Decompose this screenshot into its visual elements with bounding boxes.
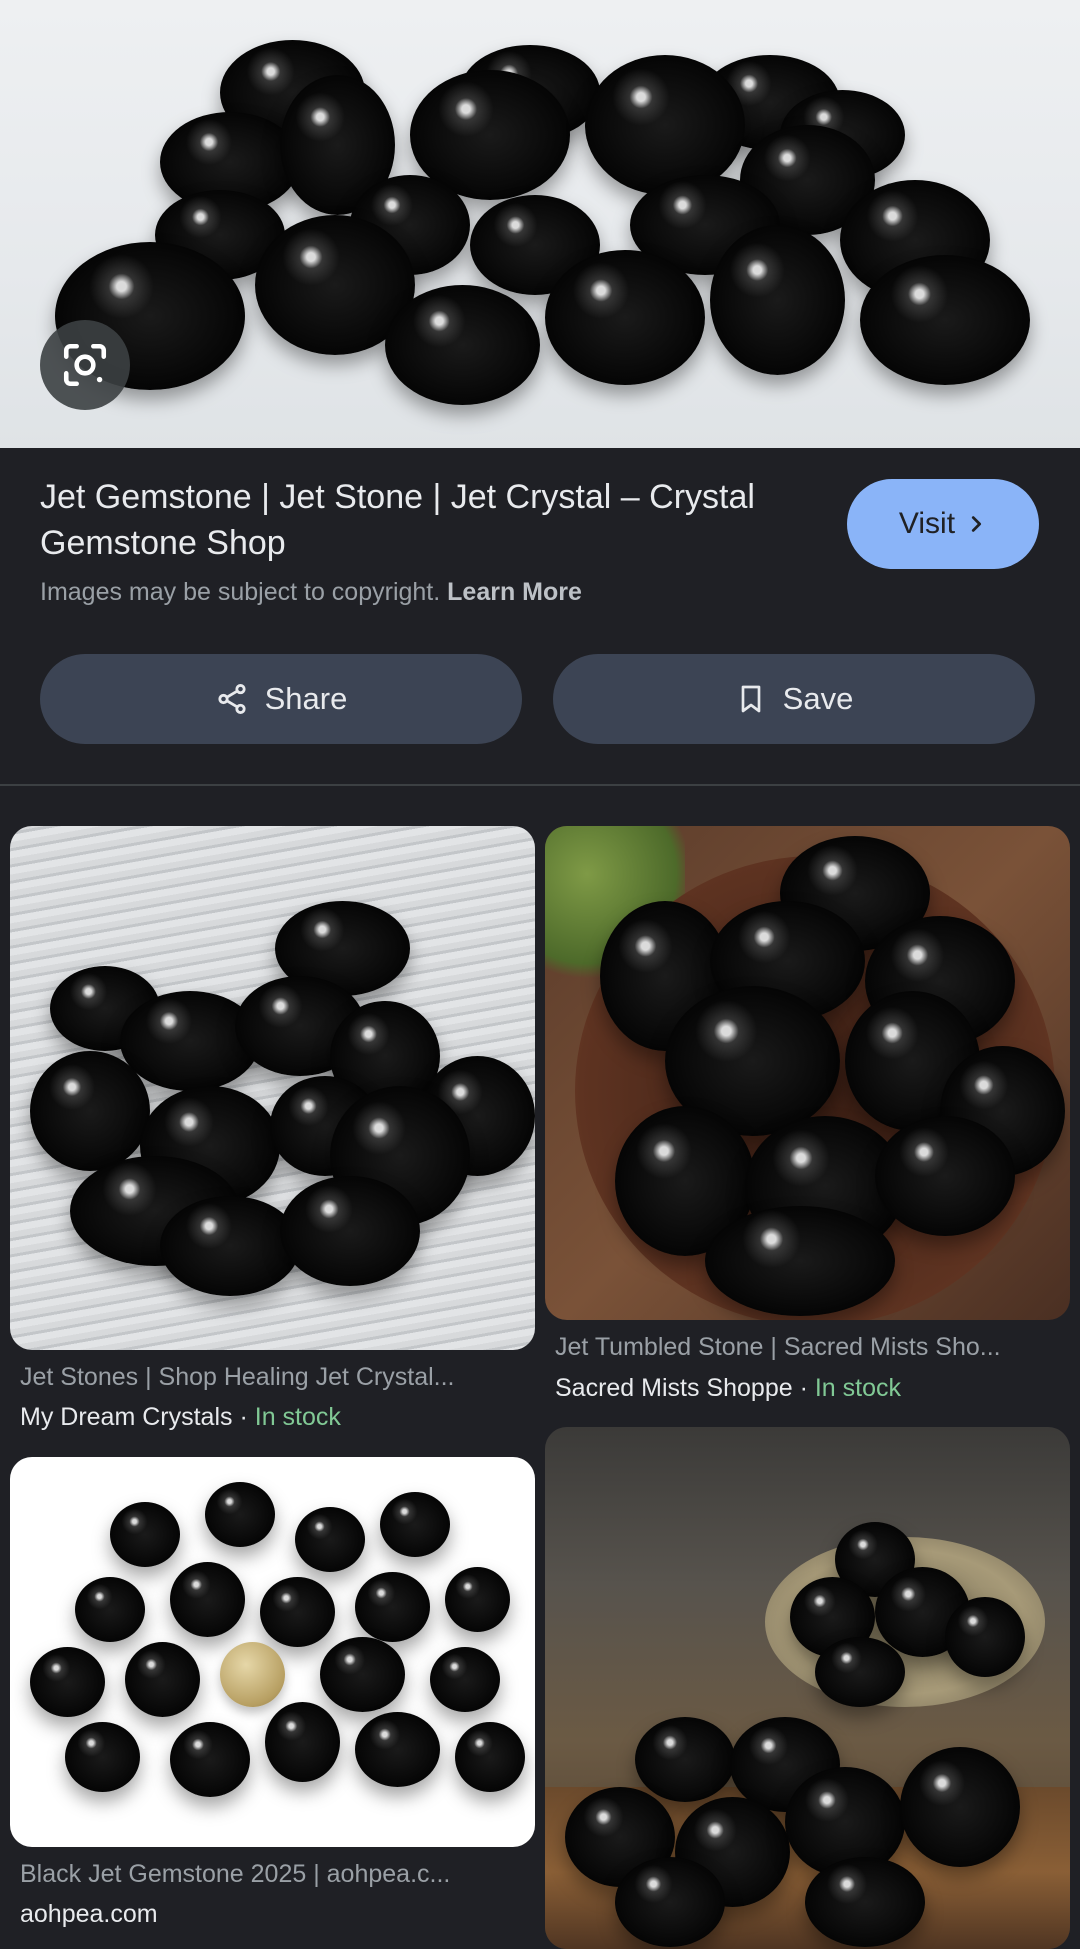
visit-button-label: Visit xyxy=(898,507,956,540)
related-source-3: aohpea.com xyxy=(20,1900,158,1928)
copyright-text: Images may be subject to copyright. xyxy=(40,578,441,606)
related-title-3[interactable]: Black Jet Gemstone 2025 | aohpea.c... xyxy=(20,1860,525,1889)
save-button[interactable]: Save xyxy=(553,654,1035,744)
separator-dot: · xyxy=(239,1403,248,1431)
learn-more-link[interactable]: Learn More xyxy=(447,578,582,606)
related-image-1[interactable] xyxy=(10,826,535,1350)
share-button-label: Share xyxy=(264,681,348,716)
copyright-notice: Images may be subject to copyright. Lear… xyxy=(40,578,582,607)
related-source-1: My Dream Crystals · In stock xyxy=(20,1403,341,1432)
section-divider xyxy=(0,784,1080,786)
google-lens-icon xyxy=(63,343,107,387)
visit-button[interactable]: Visit xyxy=(847,479,1039,569)
chevron-right-icon xyxy=(971,516,982,532)
stock-status: In stock xyxy=(254,1403,341,1431)
related-image-2[interactable] xyxy=(545,826,1070,1320)
bookmark-icon xyxy=(741,685,760,713)
source-name: My Dream Crystals xyxy=(20,1403,233,1431)
share-icon xyxy=(218,683,246,715)
source-name: Sacred Mists Shoppe xyxy=(555,1374,793,1402)
separator-dot: · xyxy=(799,1374,808,1402)
related-title-1[interactable]: Jet Stones | Shop Healing Jet Crystal... xyxy=(20,1363,525,1392)
hero-image[interactable] xyxy=(0,0,1080,448)
page-title[interactable]: Jet Gemstone | Jet Stone | Jet Crystal –… xyxy=(40,474,810,566)
related-source-2: Sacred Mists Shoppe · In stock xyxy=(555,1374,901,1403)
share-button[interactable]: Share xyxy=(40,654,522,744)
google-lens-button[interactable] xyxy=(40,320,130,410)
related-title-2[interactable]: Jet Tumbled Stone | Sacred Mists Sho... xyxy=(555,1333,1060,1362)
stock-status: In stock xyxy=(814,1374,902,1402)
related-image-4[interactable] xyxy=(545,1427,1070,1949)
save-button-label: Save xyxy=(782,681,854,716)
related-image-3[interactable] xyxy=(10,1457,535,1847)
